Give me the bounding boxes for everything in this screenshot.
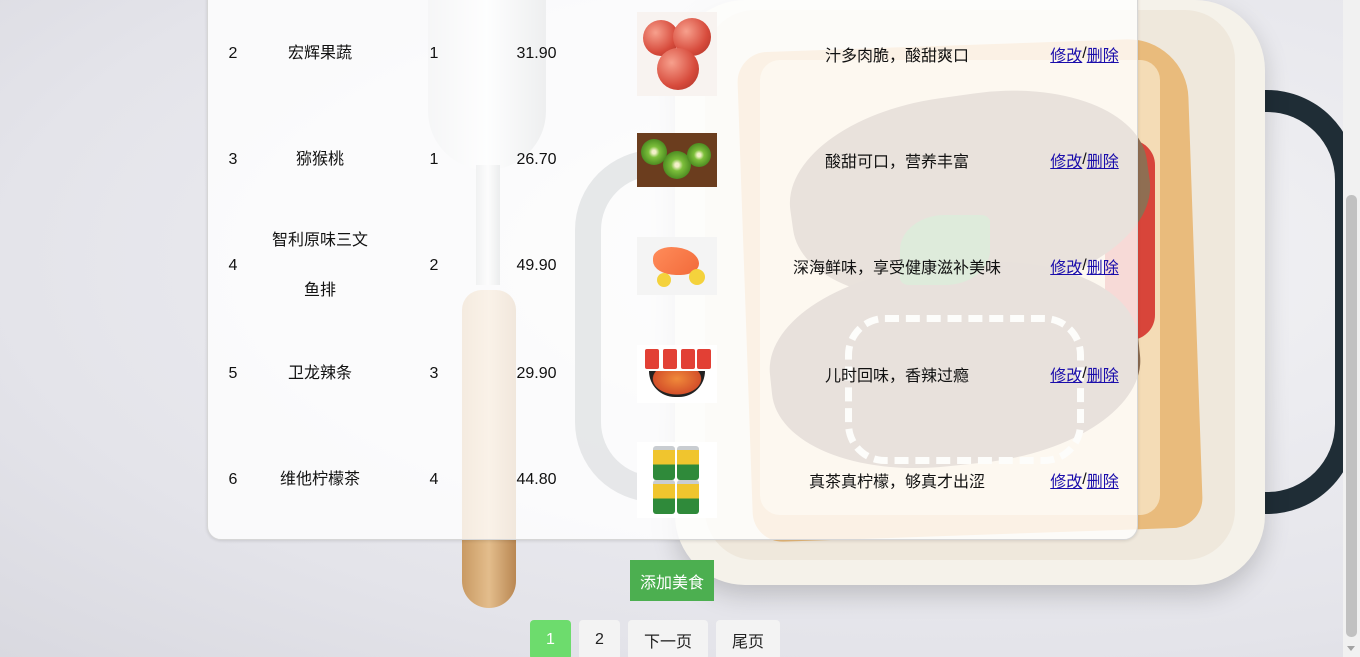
- food-image: [632, 322, 722, 426]
- page-2-button[interactable]: 2: [579, 620, 620, 657]
- delete-link[interactable]: 删除: [1087, 148, 1119, 172]
- food-name: 宏辉果蔬: [287, 45, 352, 62]
- delete-link[interactable]: 删除: [1087, 362, 1119, 386]
- edit-link[interactable]: 修改: [1050, 468, 1082, 492]
- row-actions: 修改 / 删除: [1037, 428, 1132, 532]
- delete-link[interactable]: 删除: [1087, 254, 1119, 278]
- next-page-button[interactable]: 下一页: [628, 620, 708, 657]
- delete-link[interactable]: 删除: [1087, 42, 1119, 66]
- row-id: 6: [228, 471, 238, 488]
- vertical-scrollbar[interactable]: [1343, 0, 1360, 657]
- food-image: [632, 428, 722, 532]
- food-name: 猕猴桃: [295, 151, 344, 168]
- row-id: 5: [228, 365, 238, 382]
- row-id: 4: [228, 257, 238, 274]
- row-actions: 修改 / 删除: [1037, 2, 1132, 106]
- edit-link[interactable]: 修改: [1050, 362, 1082, 386]
- food-quantity: 1: [429, 45, 439, 62]
- food-quantity: 4: [429, 471, 439, 488]
- apple-photo: [637, 12, 717, 96]
- table-row: 3 猕猴桃 1 26.70 酸甜可口，营养丰富 修改 / 删除: [207, 108, 1136, 212]
- last-page-button[interactable]: 尾页: [716, 620, 780, 657]
- row-actions: 修改 / 删除: [1037, 322, 1132, 426]
- food-name: 维他柠檬茶: [279, 471, 360, 488]
- food-price: 44.80: [516, 471, 557, 488]
- lemon-tea-photo: [637, 442, 717, 518]
- food-description: 汁多肉脆，酸甜爽口: [824, 48, 969, 65]
- food-quantity: 3: [429, 365, 439, 382]
- food-quantity: 1: [429, 151, 439, 168]
- food-image: [632, 108, 722, 212]
- salmon-photo: [637, 237, 717, 295]
- food-name: 智利原味三文 鱼排: [271, 232, 368, 299]
- food-description: 儿时回味，香辣过瘾: [824, 368, 969, 385]
- scrollbar-thumb[interactable]: [1346, 195, 1357, 637]
- delete-link[interactable]: 删除: [1087, 468, 1119, 492]
- table-row: 6 维他柠檬茶 4 44.80 真茶真柠檬，够真才出涩 修改 / 删除: [207, 428, 1136, 532]
- food-price: 31.90: [516, 45, 557, 62]
- table-row: 2 宏辉果蔬 1 31.90 汁多肉脆，酸甜爽口 修改 / 删除: [207, 2, 1136, 106]
- food-description: 酸甜可口，营养丰富: [824, 154, 969, 171]
- row-actions: 修改 / 删除: [1037, 108, 1132, 212]
- page-1-button[interactable]: 1: [530, 620, 571, 657]
- table-row: 4 智利原味三文 鱼排 2 49.90 深海鲜味，享受健康滋补美味 修改 / 删除: [207, 214, 1136, 318]
- food-price: 26.70: [516, 151, 557, 168]
- row-id: 3: [228, 151, 238, 168]
- row-actions: 修改 / 删除: [1037, 214, 1132, 318]
- food-name: 卫龙辣条: [287, 365, 352, 382]
- food-image: [632, 214, 722, 318]
- food-price: 49.90: [516, 257, 557, 274]
- food-image: [632, 2, 722, 106]
- latiao-photo: [637, 345, 717, 403]
- food-description: 深海鲜味，享受健康滋补美味: [792, 260, 1001, 277]
- row-id: 2: [228, 45, 238, 62]
- scroll-down-arrow-icon[interactable]: [1347, 646, 1355, 651]
- kiwi-photo: [637, 133, 717, 187]
- food-description: 真茶真柠檬，够真才出涩: [808, 474, 985, 491]
- food-quantity: 2: [429, 257, 439, 274]
- edit-link[interactable]: 修改: [1050, 42, 1082, 66]
- edit-link[interactable]: 修改: [1050, 148, 1082, 172]
- food-price: 29.90: [516, 365, 557, 382]
- add-food-button[interactable]: 添加美食: [630, 560, 714, 601]
- edit-link[interactable]: 修改: [1050, 254, 1082, 278]
- table-row: 5 卫龙辣条 3 29.90 儿时回味，香辣过瘾 修改 / 删除: [207, 322, 1136, 426]
